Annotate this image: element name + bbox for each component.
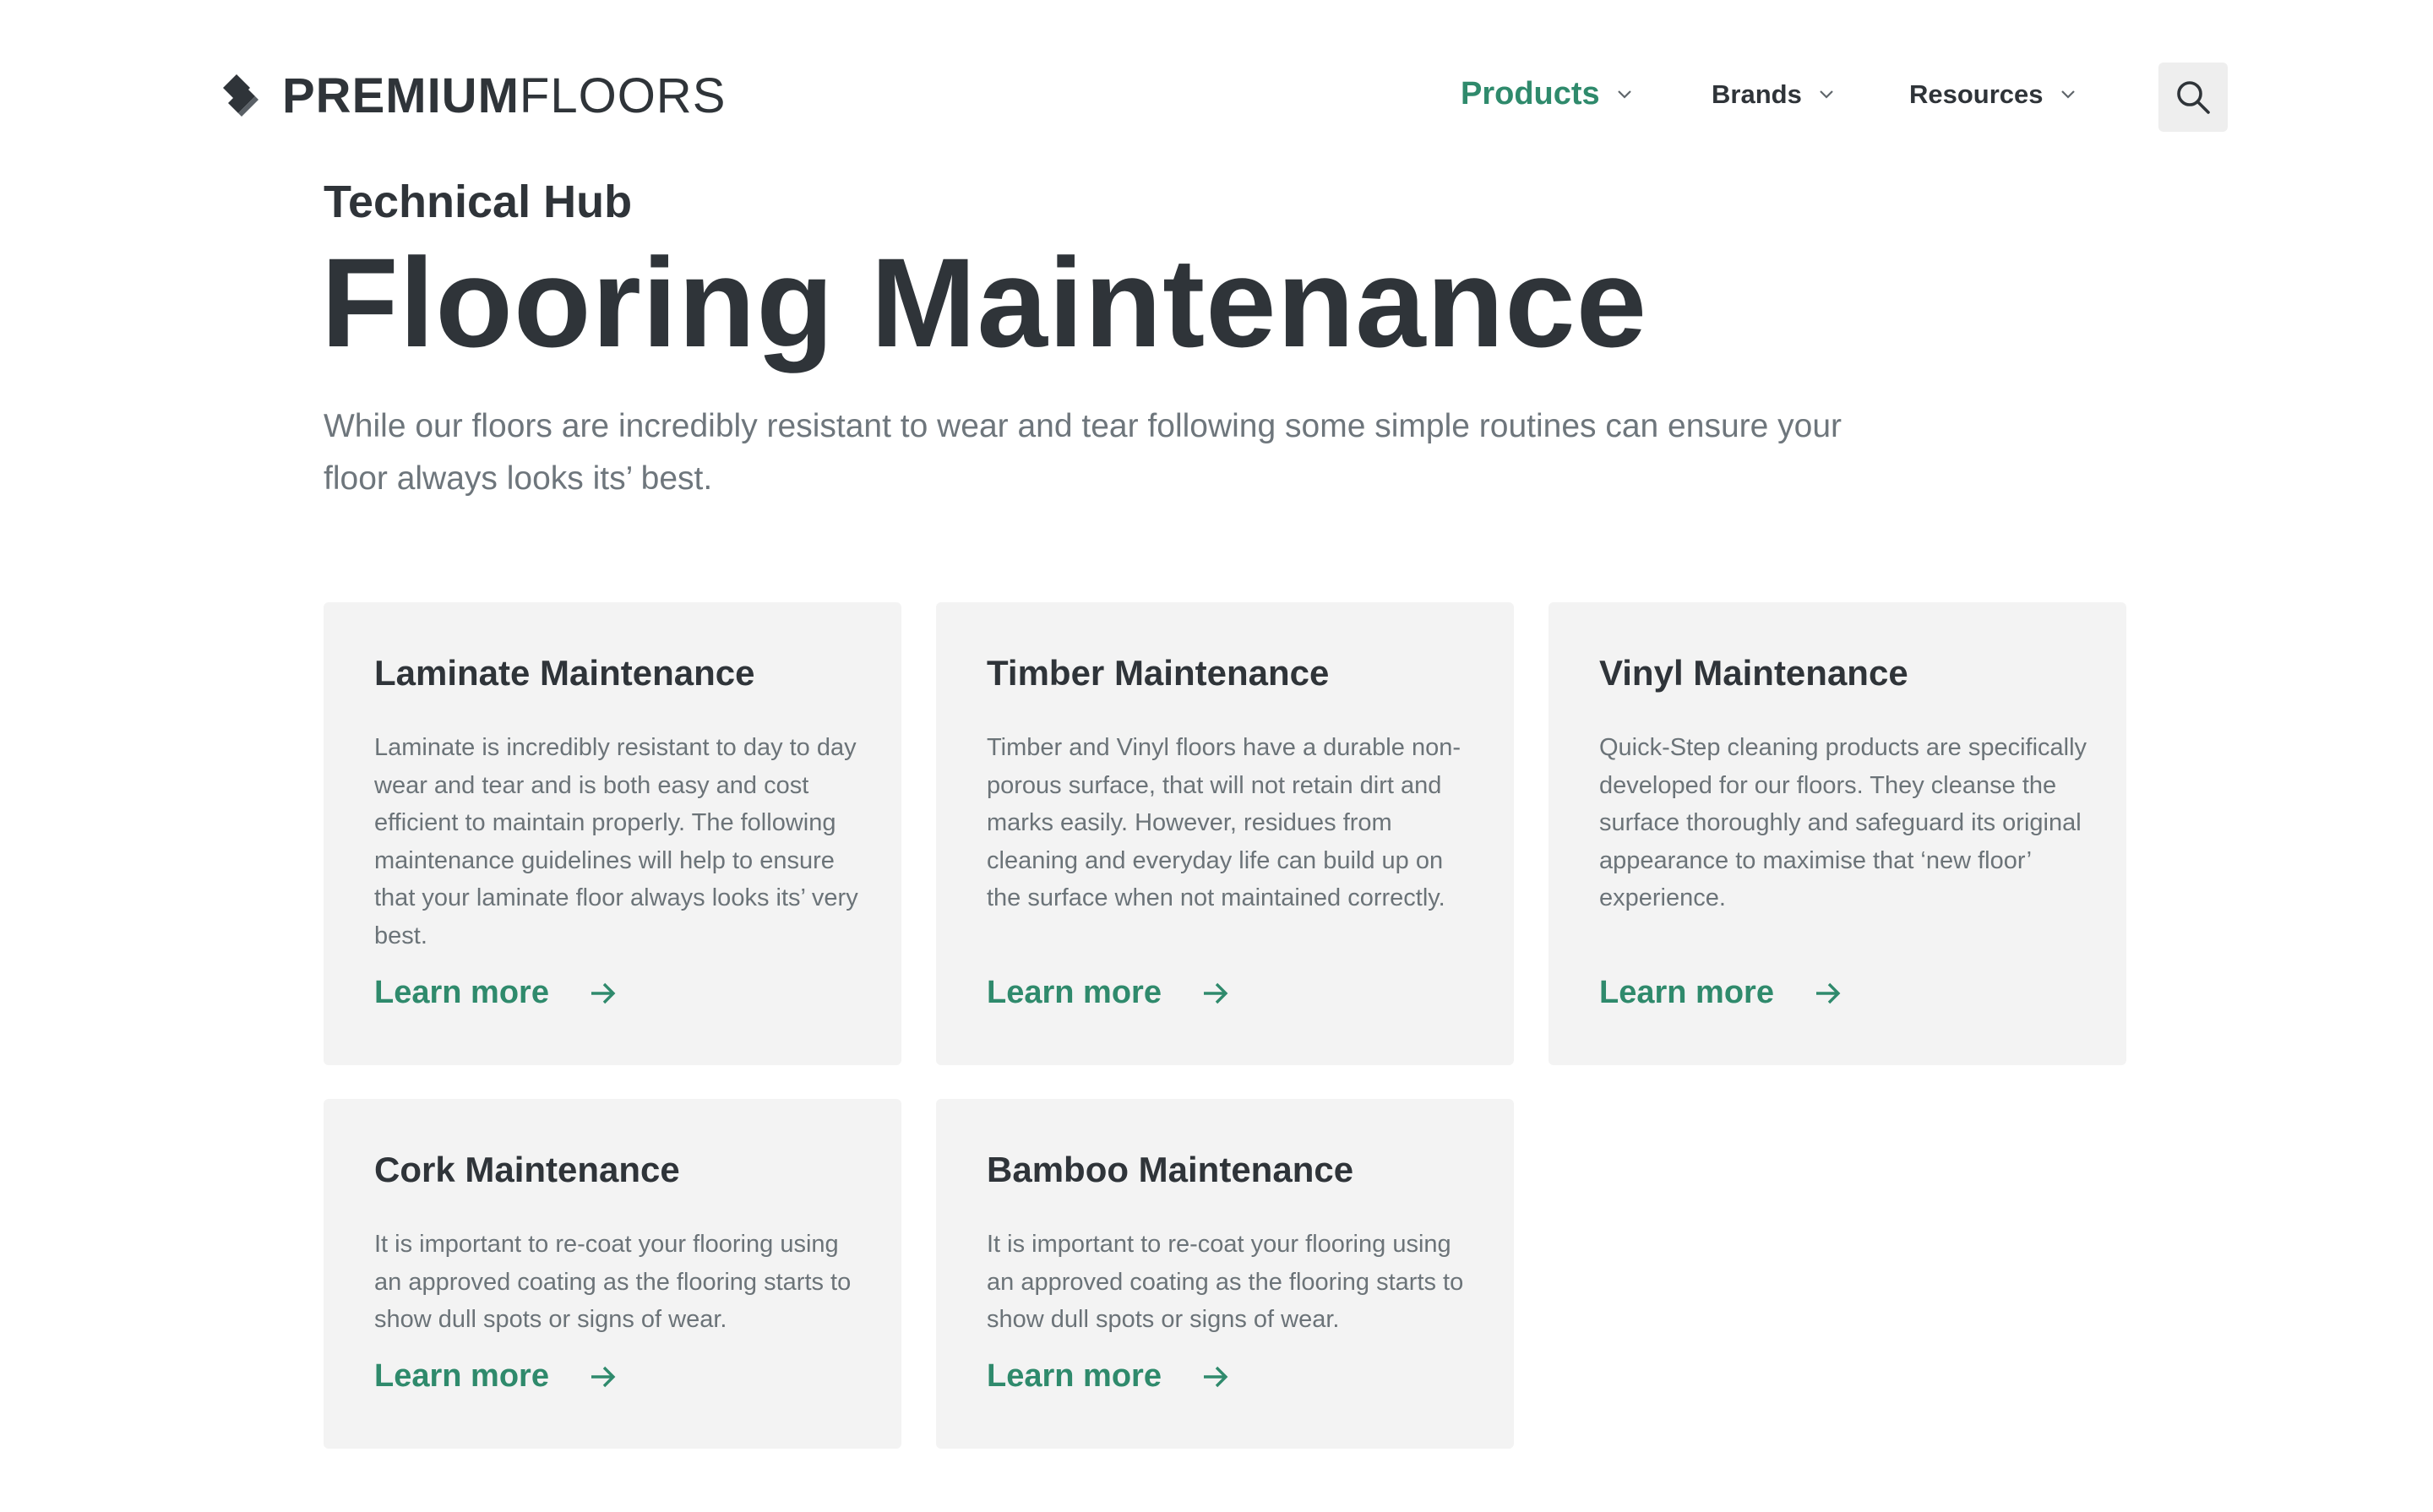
logo-mark-icon <box>223 74 259 117</box>
chevron-down-icon <box>1617 90 1631 99</box>
maintenance-card-vinyl[interactable]: Vinyl Maintenance Quick-Step cleaning pr… <box>1549 602 2126 1065</box>
learn-more-label: Learn more <box>987 1358 1162 1394</box>
nav-item-brands[interactable]: Brands <box>1712 79 1834 110</box>
page-eyebrow: Technical Hub <box>324 177 633 227</box>
logo-wordmark: PREMIUMFLOORS <box>282 69 726 123</box>
maintenance-card-laminate[interactable]: Laminate Maintenance Laminate is incredi… <box>324 602 901 1065</box>
nav-item-resources[interactable]: Resources <box>1909 79 2076 110</box>
arrow-right-icon <box>1203 1366 1228 1387</box>
page: PREMIUMFLOORS Products Brands Resources <box>0 0 2433 1512</box>
logo-wordmark-strong: PREMIUM <box>282 68 520 123</box>
search-icon <box>2177 81 2210 114</box>
card-title: Vinyl Maintenance <box>1599 653 1908 693</box>
chevron-down-icon <box>1820 90 1833 99</box>
logo-wordmark-light: FLOORS <box>519 68 727 123</box>
search-button[interactable] <box>2158 63 2228 132</box>
arrow-right-icon <box>591 982 616 1003</box>
card-body: Timber and Vinyl floors have a durable n… <box>987 734 1461 911</box>
page-intro: While our floors are incredibly resistan… <box>324 408 1842 497</box>
learn-more-label: Learn more <box>374 975 549 1010</box>
card-title: Bamboo Maintenance <box>987 1150 1354 1189</box>
nav-item-label: Products <box>1461 76 1600 111</box>
nav-item-label: Resources <box>1909 79 2044 109</box>
chevron-down-icon <box>2060 90 2075 99</box>
learn-more-link[interactable]: Learn more <box>374 975 617 1011</box>
learn-more-link[interactable]: Learn more <box>374 1358 617 1395</box>
arrow-right-icon <box>1203 982 1228 1003</box>
learn-more-label: Learn more <box>374 1358 549 1394</box>
learn-more-label: Learn more <box>987 975 1162 1010</box>
learn-more-link[interactable]: Learn more <box>987 1358 1229 1395</box>
maintenance-card-timber[interactable]: Timber Maintenance Timber and Vinyl floo… <box>936 602 1514 1065</box>
arrow-right-icon <box>1815 982 1841 1003</box>
nav-item-label: Brands <box>1712 79 1802 109</box>
card-title: Timber Maintenance <box>987 653 1330 693</box>
maintenance-card-bamboo[interactable]: Bamboo Maintenance It is important to re… <box>936 1099 1514 1449</box>
nav-item-products[interactable]: Products <box>1461 76 1632 112</box>
site-header: PREMIUMFLOORS Products Brands Resources <box>0 0 2433 169</box>
learn-more-link[interactable]: Learn more <box>1599 975 1842 1011</box>
learn-more-label: Learn more <box>1599 975 1774 1010</box>
site-logo[interactable]: PREMIUMFLOORS <box>220 69 726 123</box>
card-body: It is important to re-coat your flooring… <box>374 1231 852 1333</box>
learn-more-link[interactable]: Learn more <box>987 975 1229 1011</box>
card-body: Quick-Step cleaning products are specifi… <box>1599 734 2087 911</box>
card-body: It is important to re-coat your flooring… <box>987 1231 1464 1333</box>
card-title: Laminate Maintenance <box>374 653 755 693</box>
arrow-right-icon <box>591 1366 616 1387</box>
maintenance-card-cork[interactable]: Cork Maintenance It is important to re-c… <box>324 1099 901 1449</box>
card-body: Laminate is incredibly resistant to day … <box>374 734 858 949</box>
page-title: Flooring Maintenance <box>321 231 1648 373</box>
card-title: Cork Maintenance <box>374 1150 680 1189</box>
